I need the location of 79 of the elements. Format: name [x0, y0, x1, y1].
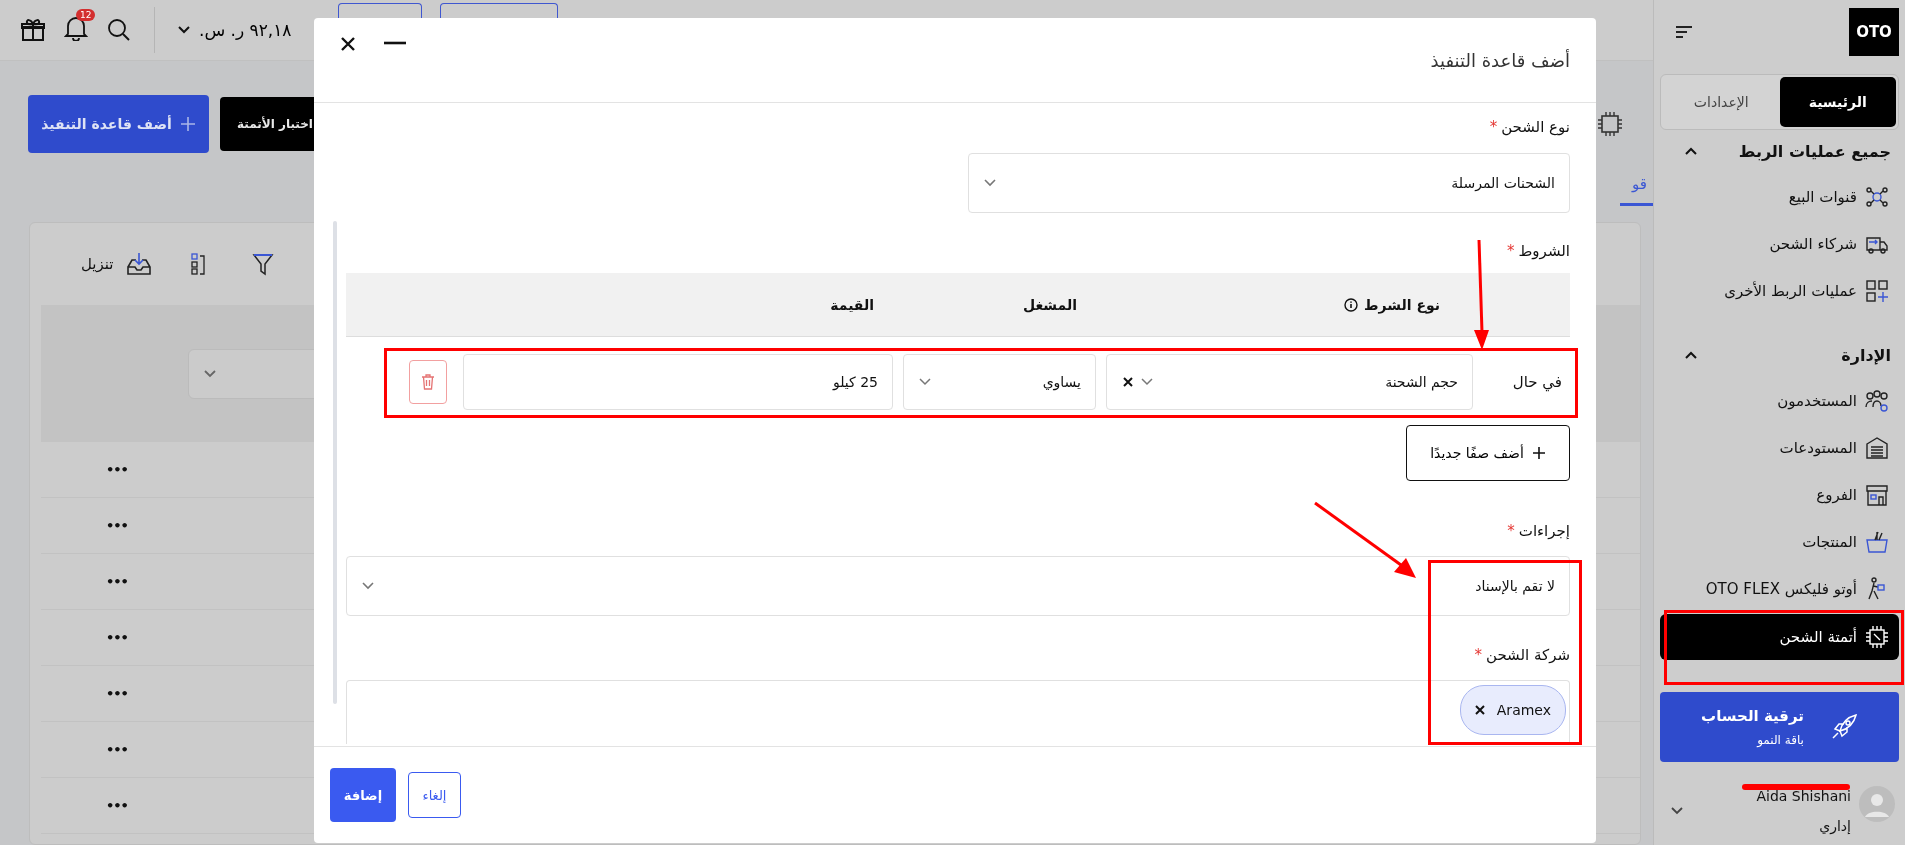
info-icon[interactable] [1343, 297, 1358, 312]
clear-and-chevron-icon [1121, 376, 1155, 388]
menu-icon[interactable] [1674, 24, 1694, 40]
chip-icon [1597, 111, 1623, 137]
balance-dropdown[interactable]: ٩٢,١٨ ر. س. [177, 20, 292, 40]
chevron-down-icon [177, 25, 191, 35]
column-header: المشغل [1022, 296, 1077, 313]
plus-icon [1531, 446, 1546, 460]
cancel-button[interactable]: إلغاء [408, 772, 461, 818]
sidebar-item[interactable]: المنتجات [1660, 529, 1899, 554]
sidebar-tab[interactable]: الرئيسية [1779, 77, 1896, 127]
search-icon[interactable] [106, 17, 132, 43]
row-menu[interactable]: ••• [106, 742, 128, 757]
sidebar-item[interactable]: المستخدمون [1660, 388, 1899, 413]
condition-type-select[interactable]: حجم الشحنة [1106, 354, 1473, 410]
row-prefix: في حال [1512, 373, 1562, 391]
upgrade-card[interactable]: ترقية الحساب باقة النمو [1660, 692, 1899, 762]
chip-icon [1865, 625, 1889, 649]
sidebar-item[interactable]: أتمتة الشحن [1660, 614, 1899, 660]
close-icon[interactable] [340, 36, 356, 52]
row-menu[interactable]: ••• [106, 518, 128, 533]
users-icon [1865, 388, 1889, 413]
modal-title: أضف قاعدة التنفيذ [1430, 49, 1570, 71]
field-label: إجراءات * [1506, 521, 1570, 542]
user-role: إداري [1819, 818, 1851, 834]
upgrade-title: ترقية الحساب [1701, 707, 1804, 725]
chevron-up-icon[interactable] [1684, 350, 1698, 360]
chevron-down-icon [361, 581, 375, 591]
sidebar-tab[interactable]: الإعدادات [1663, 77, 1780, 127]
chevron-down-icon [918, 377, 932, 387]
remove-icon[interactable] [1474, 705, 1485, 715]
chevron-up-icon[interactable] [1684, 146, 1698, 156]
section-title: الإدارة [1841, 345, 1891, 365]
trash-icon [421, 374, 435, 390]
value-input[interactable]: 25 كيلو [463, 354, 893, 410]
add-row-button[interactable]: أضف صفًا جديدًا [1406, 425, 1570, 481]
plus-icon [179, 116, 196, 132]
field-label: الشروط * [1506, 241, 1570, 262]
row-menu[interactable]: ••• [106, 686, 128, 701]
columns-icon[interactable] [189, 252, 206, 276]
minimize-icon[interactable] [384, 41, 406, 45]
row-menu[interactable]: ••• [106, 574, 128, 589]
add-rule-button[interactable]: أضف قاعدة التنفيذ [28, 95, 209, 153]
column-header: القيمة [830, 296, 874, 313]
field-label: شركة الشحن * [1473, 645, 1570, 666]
logo[interactable]: OTO [1849, 8, 1899, 56]
download-label[interactable]: تنزيل [81, 255, 114, 273]
gift-icon[interactable] [20, 17, 46, 43]
section-title: جميع عمليات الربط [1738, 141, 1891, 161]
chevron-down-icon[interactable] [1670, 806, 1684, 816]
notification-badge: 12 [76, 9, 96, 21]
user-name: Aida Shishani [1756, 788, 1851, 804]
network-icon [1865, 184, 1889, 209]
sidebar-item[interactable]: المستودعات [1660, 435, 1899, 460]
sidebar-item[interactable]: الفروع [1660, 482, 1899, 507]
row-menu[interactable]: ••• [106, 798, 128, 813]
sidebar-item[interactable]: عمليات الربط الأخرى [1660, 278, 1899, 303]
sidebar-item[interactable]: شركاء الشحن [1660, 231, 1899, 256]
chevron-down-icon [203, 368, 217, 379]
actions-select[interactable]: لا تقم بالإسناد [346, 556, 1570, 616]
carrier-tag[interactable]: Aramex [1459, 685, 1566, 735]
sidebar-item[interactable]: أوتو فليكس OTO FLEX [1660, 576, 1899, 601]
field-label: نوع الشحن * [1488, 117, 1570, 138]
plan-label: باقة النمو [1755, 733, 1804, 747]
chevron-down-icon [983, 178, 997, 188]
download-icon[interactable] [125, 252, 152, 276]
submit-button[interactable]: إضافة [330, 768, 396, 822]
column-header: نوع الشرط [1363, 296, 1440, 313]
row-menu[interactable]: ••• [106, 630, 128, 645]
shipment-type-select[interactable]: الشحنات المرسلة [968, 153, 1570, 213]
filter-icon[interactable] [251, 252, 274, 276]
grid-plus-icon [1865, 278, 1889, 303]
store-icon [1865, 482, 1889, 507]
basket-icon [1865, 529, 1889, 554]
row-menu[interactable]: ••• [106, 462, 128, 477]
carrier-select[interactable]: Aramex [346, 680, 1570, 744]
operator-select[interactable]: يساوي [903, 354, 1096, 410]
warehouse-icon [1865, 435, 1889, 460]
sidebar-item[interactable]: قنوات البيع [1660, 184, 1899, 209]
